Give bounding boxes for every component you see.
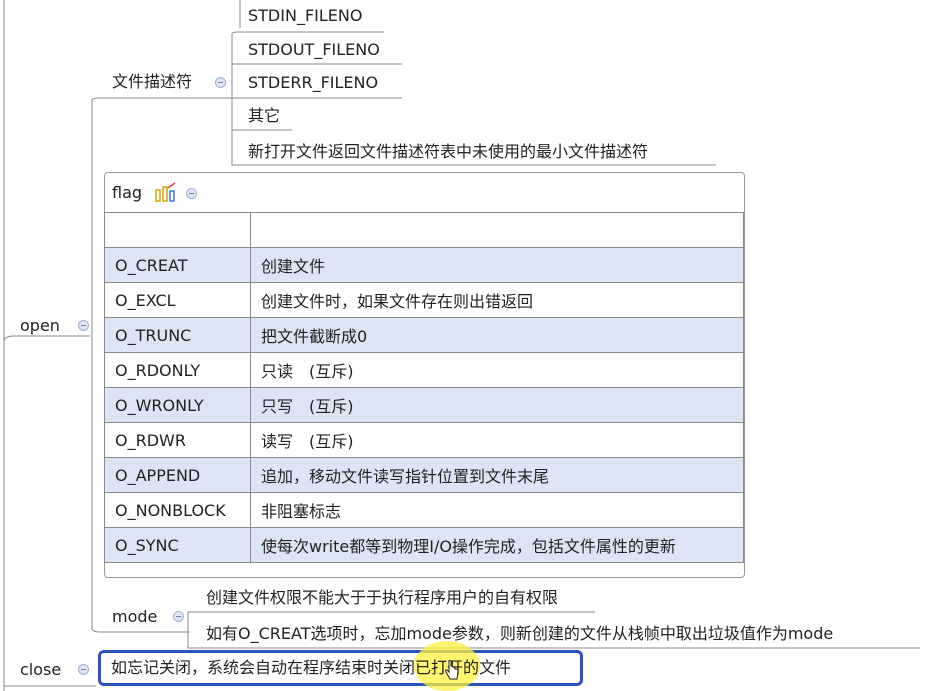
flag-key-cell: O_RDONLY <box>104 352 251 388</box>
open-collapse-icon[interactable] <box>78 320 89 331</box>
flag-table-icon <box>155 182 176 202</box>
open-node-label[interactable]: open <box>20 316 60 336</box>
fd-item-stdout[interactable]: STDOUT_FILENO <box>248 40 380 60</box>
mode-item-ocreat[interactable]: 如有O_CREAT选项时，忘加mode参数，则新创建的文件从栈帧中取出垃圾值作为… <box>206 624 833 644</box>
flag-desc-cell: 读写 (互斥) <box>250 422 744 458</box>
flag-node-label[interactable]: flag <box>112 183 142 202</box>
fd-item-other[interactable]: 其它 <box>248 106 280 126</box>
fd-node-label[interactable]: 文件描述符 <box>112 72 192 92</box>
fd-item-stdin[interactable]: STDIN_FILENO <box>248 6 362 26</box>
flag-desc-cell: 追加，移动文件读写指针位置到文件末尾 <box>250 457 744 493</box>
flag-collapse-icon[interactable] <box>186 188 197 199</box>
flag-desc-cell: 使每次write都等到物理I/O操作完成，包括文件属性的更新 <box>250 527 744 563</box>
flag-key-cell: O_NONBLOCK <box>104 492 251 528</box>
mouse-cursor-icon <box>445 660 459 680</box>
table-row: O_EXCL 创建文件时，如果文件存在则出错返回 <box>104 282 744 318</box>
fd-item-new-open[interactable]: 新打开文件返回文件描述符表中未使用的最小文件描述符 <box>248 142 648 162</box>
flag-key-cell: O_CREAT <box>104 247 251 283</box>
flag-desc-cell: 只写 (互斥) <box>250 387 744 423</box>
flag-key-cell <box>104 212 251 248</box>
close-collapse-icon[interactable] <box>78 664 89 675</box>
fd-collapse-icon[interactable] <box>215 77 226 88</box>
table-row: O_RDONLY 只读 (互斥) <box>104 352 744 388</box>
table-row: O_NONBLOCK 非阻塞标志 <box>104 492 744 528</box>
mode-collapse-icon[interactable] <box>173 611 184 622</box>
flag-desc-cell: 只读 (互斥) <box>250 352 744 388</box>
flag-desc-cell <box>250 212 744 248</box>
flag-key-cell: O_WRONLY <box>104 387 251 423</box>
flag-key-cell: O_RDWR <box>104 422 251 458</box>
table-row <box>104 212 744 248</box>
mode-node-label[interactable]: mode <box>112 607 157 627</box>
table-row: O_CREAT 创建文件 <box>104 247 744 283</box>
flag-desc-cell: 创建文件 <box>250 247 744 283</box>
fd-item-stderr[interactable]: STDERR_FILENO <box>248 73 378 93</box>
flag-desc-cell: 把文件截断成0 <box>250 317 744 353</box>
close-node-label[interactable]: close <box>20 660 61 680</box>
flag-desc-cell: 创建文件时，如果文件存在则出错返回 <box>250 282 744 318</box>
table-row: O_RDWR 读写 (互斥) <box>104 422 744 458</box>
flag-key-cell: O_APPEND <box>104 457 251 493</box>
table-row: O_TRUNC 把文件截断成0 <box>104 317 744 353</box>
flag-table: O_CREAT 创建文件 O_EXCL 创建文件时，如果文件存在则出错返回 O_TR… <box>104 212 744 563</box>
table-row: O_WRONLY 只写 (互斥) <box>104 387 744 423</box>
flag-key-cell: O_EXCL <box>104 282 251 318</box>
table-row: O_SYNC 使每次write都等到物理I/O操作完成，包括文件属性的更新 <box>104 527 744 563</box>
table-row: O_APPEND 追加，移动文件读写指针位置到文件末尾 <box>104 457 744 493</box>
flag-desc-cell: 非阻塞标志 <box>250 492 744 528</box>
flag-key-cell: O_TRUNC <box>104 317 251 353</box>
mode-item-permission[interactable]: 创建文件权限不能大于于执行程序用户的自有权限 <box>206 588 558 608</box>
flag-key-cell: O_SYNC <box>104 527 251 563</box>
